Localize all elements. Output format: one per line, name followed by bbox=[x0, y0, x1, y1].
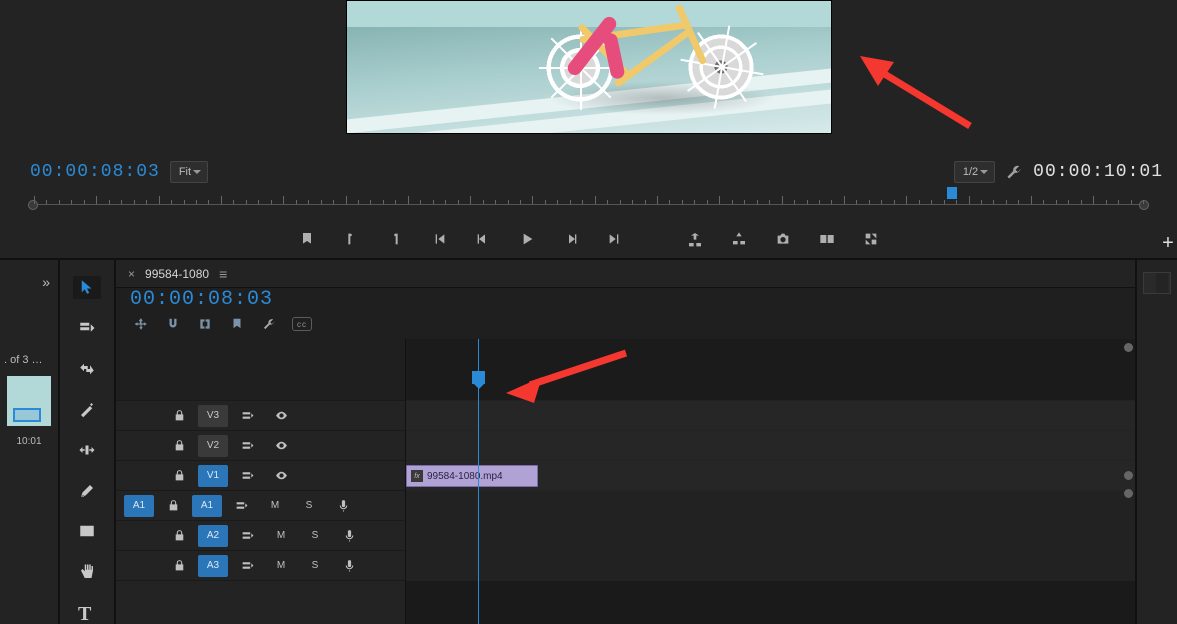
tool-rail: T bbox=[60, 260, 116, 624]
track-headers: V3 V2 V1 bbox=[116, 339, 406, 624]
track-visibility-icon[interactable] bbox=[264, 409, 298, 422]
track-lane-a1[interactable] bbox=[406, 491, 1135, 521]
right-panel-sliver bbox=[1135, 260, 1177, 624]
zoom-dot-icon[interactable] bbox=[1124, 489, 1133, 498]
sequence-tool-row: cc bbox=[132, 315, 312, 333]
add-marker-icon[interactable] bbox=[228, 315, 246, 333]
bin-clip-duration: 10:01 bbox=[16, 436, 41, 447]
track-lane-v3[interactable] bbox=[406, 401, 1135, 431]
timeline-playhead-timecode[interactable]: 00:00:08:03 bbox=[130, 288, 312, 311]
zoom-dot-icon[interactable] bbox=[1124, 343, 1133, 352]
settings-wrench-icon[interactable] bbox=[1005, 163, 1023, 181]
captions-icon[interactable]: cc bbox=[292, 317, 312, 331]
sequence-tab-close-icon[interactable]: × bbox=[128, 267, 135, 281]
project-bin-panel: » . of 3 … 10:01 bbox=[0, 260, 60, 624]
timeline-settings-icon[interactable] bbox=[260, 315, 278, 333]
transport-bar bbox=[0, 220, 1177, 258]
ripple-edit-tool[interactable] bbox=[73, 357, 101, 380]
playback-resolution-select[interactable]: 1/2 bbox=[954, 161, 995, 183]
step-forward-button[interactable] bbox=[560, 228, 582, 250]
clip-fx-badge: fx bbox=[411, 470, 423, 482]
go-to-out-button[interactable] bbox=[604, 228, 626, 250]
solo-button[interactable]: S bbox=[292, 500, 326, 511]
lift-button[interactable] bbox=[684, 228, 706, 250]
playhead-handle-icon[interactable] bbox=[472, 371, 485, 384]
track-v2-header[interactable]: V2 bbox=[116, 431, 405, 461]
bin-item-count: . of 3 … bbox=[0, 354, 58, 366]
monitor-duration: 00:00:10:01 bbox=[1033, 162, 1163, 182]
track-v1-header[interactable]: V1 bbox=[116, 461, 405, 491]
right-panel-grid bbox=[1143, 272, 1171, 294]
linked-selection-icon[interactable] bbox=[196, 315, 214, 333]
track-lane-v1[interactable]: fx 99584-1080.mp4 bbox=[406, 461, 1135, 491]
go-to-in-button[interactable] bbox=[428, 228, 450, 250]
button-editor-plus[interactable]: + bbox=[1159, 234, 1177, 252]
voiceover-icon[interactable] bbox=[326, 499, 360, 512]
tracks-area: V3 V2 V1 bbox=[116, 339, 1135, 624]
zoom-fit-select[interactable]: Fit bbox=[170, 161, 208, 183]
track-a3-header[interactable]: A3 M S bbox=[116, 551, 405, 581]
track-lock-icon[interactable] bbox=[162, 409, 196, 422]
monitor-scrubber[interactable] bbox=[34, 190, 1143, 220]
clip-name: 99584-1080.mp4 bbox=[427, 471, 503, 482]
video-preview bbox=[346, 0, 832, 134]
add-marker-button[interactable] bbox=[296, 228, 318, 250]
timeline-clip[interactable]: fx 99584-1080.mp4 bbox=[406, 465, 538, 487]
sequence-tab-bar: × 99584-1080 ≡ bbox=[116, 260, 1135, 288]
sequence-tab-menu-icon[interactable]: ≡ bbox=[219, 266, 227, 282]
lower-panels: » . of 3 … 10:01 T × 99584-1080 ≡ bbox=[0, 260, 1177, 624]
selection-tool[interactable] bbox=[73, 276, 101, 299]
track-sync-lock-icon[interactable] bbox=[230, 409, 264, 422]
monitor-info-bar: 00:00:08:03 Fit 1/2 00:00:10:01 bbox=[0, 156, 1177, 188]
rectangle-tool[interactable] bbox=[73, 520, 101, 543]
track-lane-a2[interactable] bbox=[406, 521, 1135, 551]
playhead[interactable] bbox=[478, 339, 479, 624]
sequence-tab-name[interactable]: 99584-1080 bbox=[145, 267, 209, 281]
play-button[interactable] bbox=[516, 228, 538, 250]
step-back-button[interactable] bbox=[472, 228, 494, 250]
panel-collapse-icon[interactable]: » bbox=[42, 274, 50, 290]
annotation-arrow-top bbox=[860, 56, 980, 136]
zoom-dot-icon[interactable] bbox=[1124, 471, 1133, 480]
track-a2-header[interactable]: A2 M S bbox=[116, 521, 405, 551]
track-label[interactable]: V3 bbox=[198, 405, 228, 427]
track-lane-v2[interactable] bbox=[406, 431, 1135, 461]
monitor-viewport[interactable] bbox=[0, 0, 1177, 156]
bin-clip-thumb[interactable] bbox=[7, 376, 51, 426]
nest-sequence-icon[interactable] bbox=[132, 315, 150, 333]
timeline-panel: × 99584-1080 ≡ 00:00:08:03 cc bbox=[116, 260, 1135, 624]
monitor-playhead-timecode[interactable]: 00:00:08:03 bbox=[30, 162, 160, 182]
source-patch-a1[interactable]: A1 bbox=[124, 495, 154, 517]
slip-tool[interactable] bbox=[73, 439, 101, 462]
mark-in-button[interactable] bbox=[340, 228, 362, 250]
app-root: 00:00:08:03 Fit 1/2 00:00:10:01 bbox=[0, 0, 1177, 624]
mute-button[interactable]: M bbox=[258, 500, 292, 511]
export-frame-button[interactable] bbox=[772, 228, 794, 250]
toggle-proxy-button[interactable] bbox=[860, 228, 882, 250]
track-v3-header[interactable]: V3 bbox=[116, 401, 405, 431]
type-tool[interactable]: T bbox=[73, 601, 101, 624]
track-canvas[interactable]: 00:00:10:0000:00:15:0000:00:20:0000:00:2… bbox=[406, 339, 1135, 624]
track-lane-a3[interactable] bbox=[406, 551, 1135, 581]
comparison-view-button[interactable] bbox=[816, 228, 838, 250]
track-select-tool[interactable] bbox=[73, 317, 101, 340]
pen-tool[interactable] bbox=[73, 479, 101, 502]
program-monitor-panel: 00:00:08:03 Fit 1/2 00:00:10:01 bbox=[0, 0, 1177, 260]
mark-out-button[interactable] bbox=[384, 228, 406, 250]
snap-icon[interactable] bbox=[164, 315, 182, 333]
extract-button[interactable] bbox=[728, 228, 750, 250]
track-a1-header[interactable]: A1 A1 M S bbox=[116, 491, 405, 521]
hand-tool[interactable] bbox=[73, 561, 101, 584]
razor-tool[interactable] bbox=[73, 398, 101, 421]
sequence-header: 00:00:08:03 cc bbox=[116, 288, 1135, 339]
